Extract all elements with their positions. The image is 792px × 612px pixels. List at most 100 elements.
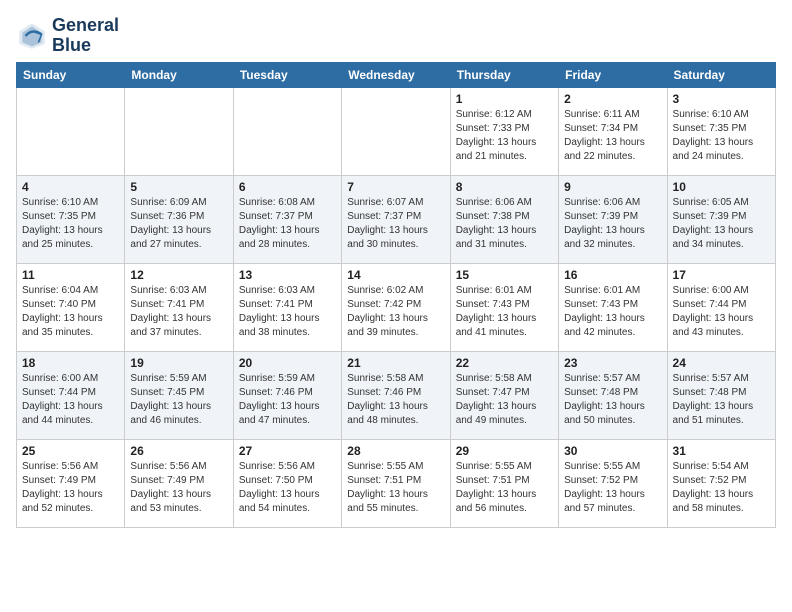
day-info: Sunrise: 5:54 AM Sunset: 7:52 PM Dayligh…	[673, 460, 770, 516]
day-info: Sunrise: 5:55 AM Sunset: 7:51 PM Dayligh…	[456, 460, 553, 516]
day-info: Sunrise: 5:57 AM Sunset: 7:48 PM Dayligh…	[564, 372, 661, 428]
calendar-cell: 2Sunrise: 6:11 AM Sunset: 7:34 PM Daylig…	[559, 87, 667, 175]
day-number: 29	[456, 444, 553, 458]
calendar-cell: 18 Sunrise: 6:00 AM Sunset: 7:44 PM Dayli…	[17, 351, 125, 439]
calendar-cell: 13Sunrise: 6:03 AM Sunset: 7:41 PM Dayli…	[233, 263, 341, 351]
calendar-header-sunday: Sunday	[17, 62, 125, 87]
day-info: Sunrise: 5:56 AM Sunset: 7:50 PM Dayligh…	[239, 460, 336, 516]
calendar-cell	[125, 87, 233, 175]
calendar-cell: 11 Sunrise: 6:04 AM Sunset: 7:40 PM Dayli…	[17, 263, 125, 351]
day-info: Sunrise: 6:09 AM Sunset: 7:36 PM Dayligh…	[130, 196, 227, 252]
day-info: Sunrise: 6:00 AM Sunset: 7:44 PM Dayligh…	[673, 284, 770, 340]
calendar-cell: 8 Sunrise: 6:06 AM Sunset: 7:38 PM Daylig…	[450, 175, 558, 263]
calendar-cell: 5 Sunrise: 6:09 AM Sunset: 7:36 PM Daylig…	[125, 175, 233, 263]
day-number: 24	[673, 356, 770, 370]
day-number: 5	[130, 180, 227, 194]
day-number: 1	[456, 92, 553, 106]
day-number: 9	[564, 180, 661, 194]
day-info: Sunrise: 6:00 AM Sunset: 7:44 PM Dayligh…	[22, 372, 119, 428]
day-info: Sunrise: 6:03 AM Sunset: 7:41 PM Dayligh…	[130, 284, 227, 340]
day-number: 31	[673, 444, 770, 458]
logo-icon	[16, 20, 48, 52]
day-info: Sunrise: 6:06 AM Sunset: 7:39 PM Dayligh…	[564, 196, 661, 252]
day-number: 20	[239, 356, 336, 370]
day-info: Sunrise: 5:59 AM Sunset: 7:46 PM Dayligh…	[239, 372, 336, 428]
day-number: 12	[130, 268, 227, 282]
day-number: 6	[239, 180, 336, 194]
calendar-week-row: 18 Sunrise: 6:00 AM Sunset: 7:44 PM Dayli…	[17, 351, 776, 439]
calendar-cell: 3 Sunrise: 6:10 AM Sunset: 7:35 PM Daylig…	[667, 87, 775, 175]
day-number: 21	[347, 356, 444, 370]
calendar-table: SundayMondayTuesdayWednesdayThursdayFrid…	[16, 62, 776, 528]
day-number: 8	[456, 180, 553, 194]
calendar-header-friday: Friday	[559, 62, 667, 87]
calendar-week-row: 25 Sunrise: 5:56 AM Sunset: 7:49 PM Dayli…	[17, 439, 776, 527]
calendar-cell: 7Sunrise: 6:07 AM Sunset: 7:37 PM Daylig…	[342, 175, 450, 263]
page-header: General Blue	[16, 16, 776, 56]
day-info: Sunrise: 5:55 AM Sunset: 7:51 PM Dayligh…	[347, 460, 444, 516]
calendar-header-tuesday: Tuesday	[233, 62, 341, 87]
day-info: Sunrise: 5:56 AM Sunset: 7:49 PM Dayligh…	[22, 460, 119, 516]
calendar-cell: 10 Sunrise: 6:05 AM Sunset: 7:39 PM Dayli…	[667, 175, 775, 263]
calendar-header-saturday: Saturday	[667, 62, 775, 87]
day-number: 11	[22, 268, 119, 282]
calendar-cell: 23 Sunrise: 5:57 AM Sunset: 7:48 PM Dayli…	[559, 351, 667, 439]
calendar-week-row: 4 Sunrise: 6:10 AM Sunset: 7:35 PM Daylig…	[17, 175, 776, 263]
day-number: 28	[347, 444, 444, 458]
calendar-cell: 28 Sunrise: 5:55 AM Sunset: 7:51 PM Dayli…	[342, 439, 450, 527]
day-info: Sunrise: 6:03 AM Sunset: 7:41 PM Dayligh…	[239, 284, 336, 340]
calendar-cell: 1 Sunrise: 6:12 AM Sunset: 7:33 PM Daylig…	[450, 87, 558, 175]
day-info: Sunrise: 6:08 AM Sunset: 7:37 PM Dayligh…	[239, 196, 336, 252]
day-info: Sunrise: 5:55 AM Sunset: 7:52 PM Dayligh…	[564, 460, 661, 516]
calendar-cell: 30Sunrise: 5:55 AM Sunset: 7:52 PM Dayli…	[559, 439, 667, 527]
calendar-cell: 15 Sunrise: 6:01 AM Sunset: 7:43 PM Dayli…	[450, 263, 558, 351]
logo-text: General Blue	[52, 16, 119, 56]
day-info: Sunrise: 6:04 AM Sunset: 7:40 PM Dayligh…	[22, 284, 119, 340]
day-number: 19	[130, 356, 227, 370]
day-number: 10	[673, 180, 770, 194]
calendar-cell: 17Sunrise: 6:00 AM Sunset: 7:44 PM Dayli…	[667, 263, 775, 351]
day-info: Sunrise: 6:12 AM Sunset: 7:33 PM Dayligh…	[456, 108, 553, 164]
day-number: 4	[22, 180, 119, 194]
day-info: Sunrise: 5:57 AM Sunset: 7:48 PM Dayligh…	[673, 372, 770, 428]
day-number: 14	[347, 268, 444, 282]
calendar-cell	[342, 87, 450, 175]
calendar-cell: 12 Sunrise: 6:03 AM Sunset: 7:41 PM Dayli…	[125, 263, 233, 351]
day-number: 15	[456, 268, 553, 282]
day-info: Sunrise: 6:05 AM Sunset: 7:39 PM Dayligh…	[673, 196, 770, 252]
logo: General Blue	[16, 16, 119, 56]
day-number: 18	[22, 356, 119, 370]
day-info: Sunrise: 6:06 AM Sunset: 7:38 PM Dayligh…	[456, 196, 553, 252]
calendar-cell: 19 Sunrise: 5:59 AM Sunset: 7:45 PM Dayli…	[125, 351, 233, 439]
calendar-cell: 20 Sunrise: 5:59 AM Sunset: 7:46 PM Dayli…	[233, 351, 341, 439]
day-number: 26	[130, 444, 227, 458]
day-number: 3	[673, 92, 770, 106]
calendar-cell	[233, 87, 341, 175]
calendar-cell: 25 Sunrise: 5:56 AM Sunset: 7:49 PM Dayli…	[17, 439, 125, 527]
calendar-body: 1 Sunrise: 6:12 AM Sunset: 7:33 PM Daylig…	[17, 87, 776, 527]
calendar-cell: 31 Sunrise: 5:54 AM Sunset: 7:52 PM Dayli…	[667, 439, 775, 527]
calendar-cell: 9 Sunrise: 6:06 AM Sunset: 7:39 PM Daylig…	[559, 175, 667, 263]
day-number: 25	[22, 444, 119, 458]
day-info: Sunrise: 6:10 AM Sunset: 7:35 PM Dayligh…	[22, 196, 119, 252]
calendar-header-wednesday: Wednesday	[342, 62, 450, 87]
calendar-week-row: 11 Sunrise: 6:04 AM Sunset: 7:40 PM Dayli…	[17, 263, 776, 351]
calendar-cell: 14 Sunrise: 6:02 AM Sunset: 7:42 PM Dayli…	[342, 263, 450, 351]
day-info: Sunrise: 6:02 AM Sunset: 7:42 PM Dayligh…	[347, 284, 444, 340]
calendar-cell: 16Sunrise: 6:01 AM Sunset: 7:43 PM Dayli…	[559, 263, 667, 351]
day-info: Sunrise: 5:58 AM Sunset: 7:47 PM Dayligh…	[456, 372, 553, 428]
day-number: 27	[239, 444, 336, 458]
day-number: 23	[564, 356, 661, 370]
day-info: Sunrise: 5:58 AM Sunset: 7:46 PM Dayligh…	[347, 372, 444, 428]
calendar-cell	[17, 87, 125, 175]
calendar-cell: 29 Sunrise: 5:55 AM Sunset: 7:51 PM Dayli…	[450, 439, 558, 527]
day-info: Sunrise: 5:59 AM Sunset: 7:45 PM Dayligh…	[130, 372, 227, 428]
day-info: Sunrise: 6:01 AM Sunset: 7:43 PM Dayligh…	[456, 284, 553, 340]
calendar-cell: 6 Sunrise: 6:08 AM Sunset: 7:37 PM Daylig…	[233, 175, 341, 263]
day-info: Sunrise: 6:10 AM Sunset: 7:35 PM Dayligh…	[673, 108, 770, 164]
calendar-cell: 26Sunrise: 5:56 AM Sunset: 7:49 PM Dayli…	[125, 439, 233, 527]
day-number: 2	[564, 92, 661, 106]
calendar-cell: 27 Sunrise: 5:56 AM Sunset: 7:50 PM Dayli…	[233, 439, 341, 527]
calendar-header-monday: Monday	[125, 62, 233, 87]
day-info: Sunrise: 6:01 AM Sunset: 7:43 PM Dayligh…	[564, 284, 661, 340]
